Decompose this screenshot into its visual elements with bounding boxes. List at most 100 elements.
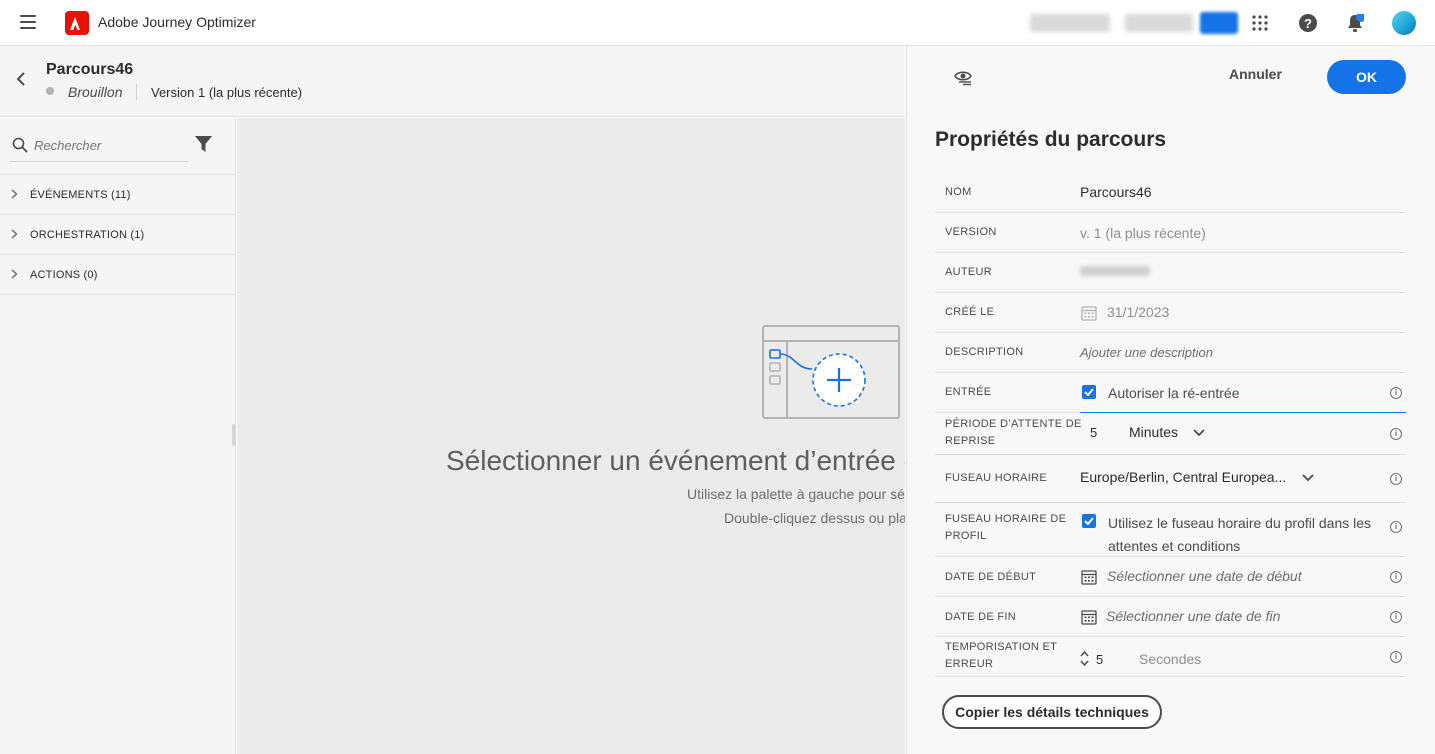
- prop-label: DESCRIPTION: [945, 346, 1024, 358]
- env-badge[interactable]: [1200, 12, 1238, 34]
- wait-unit-select[interactable]: Minutes: [1129, 424, 1178, 440]
- journey-version[interactable]: Version 1 (la plus récente): [151, 85, 302, 100]
- checkbox-label-line: attentes et conditions: [1108, 538, 1241, 554]
- chevron-down-icon[interactable]: [1302, 474, 1314, 482]
- canvas-empty-hint: Double-cliquez dessus ou plac: [724, 510, 905, 526]
- prop-row-name: NOM Parcours46: [935, 173, 1406, 213]
- stepper-arrows-icon[interactable]: [1080, 650, 1089, 667]
- info-icon[interactable]: i: [1390, 571, 1402, 583]
- info-icon[interactable]: i: [1390, 428, 1402, 440]
- timeout-unit: Secondes: [1139, 651, 1202, 667]
- prop-row-timezone: FUSEAU HORAIRE Europe/Berlin, Central Eu…: [935, 455, 1406, 503]
- prop-label: DATE DE DÉBUT: [945, 571, 1037, 583]
- journey-name-field[interactable]: Parcours46: [1080, 184, 1152, 200]
- chevron-right-icon: [11, 269, 18, 282]
- profile-timezone-label[interactable]: Utilisez le fuseau horaire du profil dan…: [1108, 512, 1371, 558]
- prop-label: VERSION: [945, 226, 997, 238]
- search-input[interactable]: [34, 138, 184, 153]
- journey-name: Parcours46: [46, 61, 134, 78]
- prop-label-line: REPRISE: [945, 435, 996, 447]
- category-label: ÉVÉNEMENTS (11): [30, 189, 131, 201]
- search-icon: [12, 137, 28, 153]
- info-icon[interactable]: i: [1390, 387, 1402, 399]
- help-icon[interactable]: ?: [1297, 12, 1319, 34]
- prop-label: AUTEUR: [945, 266, 993, 278]
- checkbox-label-line: Utilisez le fuseau horaire du profil dan…: [1108, 515, 1372, 531]
- category-orchestration[interactable]: ORCHESTRATION (1): [0, 215, 236, 255]
- prop-row-reentry-wait: PÉRIODE D’ATTENTE DE REPRISE 5 Minutes i: [935, 413, 1406, 455]
- calendar-icon[interactable]: [1081, 569, 1097, 585]
- hamburger-menu-icon[interactable]: [20, 15, 36, 29]
- apps-grid-icon[interactable]: [1249, 12, 1271, 34]
- sandbox-switcher[interactable]: [1125, 14, 1193, 32]
- prop-label-line: FUSEAU HORAIRE DE: [945, 513, 1067, 525]
- chevron-down-icon[interactable]: [1193, 429, 1205, 437]
- category-events[interactable]: ÉVÉNEMENTS (11): [0, 175, 236, 215]
- reentry-checkbox[interactable]: [1082, 385, 1096, 399]
- status-dot-icon: [46, 87, 54, 95]
- reentry-checkbox-label[interactable]: Autoriser la ré-entrée: [1108, 385, 1240, 401]
- app-title[interactable]: Adobe Journey Optimizer: [98, 14, 256, 30]
- panel-title: Propriétés du parcours: [935, 128, 1167, 151]
- cancel-button[interactable]: Annuler: [1229, 66, 1282, 82]
- chevron-right-icon: [11, 229, 18, 242]
- prop-row-version: VERSION v. 1 (la plus récente): [935, 213, 1406, 253]
- notifications-bell-icon[interactable]: [1344, 12, 1366, 34]
- timeout-input[interactable]: 5: [1096, 652, 1103, 667]
- category-label: ACTIONS (0): [30, 269, 98, 281]
- divider: [136, 84, 137, 100]
- info-icon[interactable]: i: [1390, 473, 1402, 485]
- end-date-input[interactable]: Sélectionner une date de fin: [1106, 608, 1280, 624]
- prop-row-description: DESCRIPTION Ajouter une description: [935, 333, 1406, 373]
- filter-icon[interactable]: [195, 136, 212, 152]
- prop-label: TEMPORISATION ET ERREUR: [945, 639, 1057, 673]
- created-date-value: 31/1/2023: [1107, 304, 1170, 320]
- prop-label: CRÉÉ LE: [945, 306, 995, 318]
- info-icon[interactable]: i: [1390, 521, 1402, 533]
- category-label: ORCHESTRATION (1): [30, 229, 145, 241]
- journey-properties-panel: Annuler OK Propriétés du parcours NOM Pa…: [906, 46, 1435, 754]
- empty-canvas-illustration-icon: [762, 325, 900, 419]
- prop-label: NOM: [945, 186, 972, 198]
- prop-row-profile-timezone: FUSEAU HORAIRE DE PROFIL Utilisez le fus…: [935, 503, 1406, 557]
- user-avatar[interactable]: [1392, 11, 1416, 35]
- journey-status: Brouillon: [68, 84, 123, 100]
- top-bar: Adobe Journey Optimizer ?: [0, 0, 1435, 46]
- prop-label: DATE DE FIN: [945, 611, 1016, 623]
- prop-label: FUSEAU HORAIRE DE PROFIL: [945, 511, 1066, 545]
- profile-timezone-checkbox[interactable]: [1082, 514, 1096, 528]
- calendar-icon: [1081, 306, 1097, 321]
- prop-row-entry: ENTRÉE Autoriser la ré-entrée i: [935, 373, 1406, 413]
- category-actions[interactable]: ACTIONS (0): [0, 255, 236, 295]
- prop-label-line: ERREUR: [945, 658, 994, 670]
- prop-row-timeout: TEMPORISATION ET ERREUR 5 Secondes i: [935, 637, 1406, 677]
- ok-button[interactable]: OK: [1327, 60, 1406, 94]
- prop-label-line: PROFIL: [945, 530, 987, 542]
- palette-search: [10, 132, 188, 162]
- info-icon[interactable]: i: [1390, 611, 1402, 623]
- wait-period-input[interactable]: 5: [1090, 425, 1097, 440]
- canvas-empty-hint: Utilisez la palette à gauche pour séle: [687, 486, 905, 502]
- org-switcher[interactable]: [1030, 14, 1110, 32]
- hide-panel-icon[interactable]: [953, 68, 973, 86]
- adobe-logo[interactable]: [65, 11, 89, 35]
- journey-canvas[interactable]: Sélectionner un événement d’entrée o Uti…: [237, 118, 905, 754]
- start-date-input[interactable]: Sélectionner une date de début: [1107, 568, 1302, 584]
- timezone-select[interactable]: Europe/Berlin, Central Europea...: [1080, 469, 1286, 485]
- prop-row-created: CRÉÉ LE 31/1/2023: [935, 293, 1406, 333]
- description-input[interactable]: Ajouter une description: [1080, 345, 1213, 360]
- prop-label: FUSEAU HORAIRE: [945, 472, 1047, 484]
- prop-row-start-date: DATE DE DÉBUT Sélectionner une date de d…: [935, 557, 1406, 597]
- journey-header: Parcours46 Brouillon Version 1 (la plus …: [0, 46, 905, 117]
- author-value-redacted: [1080, 266, 1150, 276]
- calendar-icon[interactable]: [1081, 609, 1097, 625]
- prop-label: ENTRÉE: [945, 386, 992, 398]
- canvas-empty-title: Sélectionner un événement d’entrée o: [446, 445, 905, 476]
- prop-label-line: TEMPORISATION ET: [945, 641, 1058, 653]
- palette-resize-handle[interactable]: [232, 424, 236, 446]
- version-value: v. 1 (la plus récente): [1080, 225, 1206, 241]
- back-arrow-icon[interactable]: [16, 72, 32, 90]
- info-icon[interactable]: i: [1390, 651, 1402, 663]
- prop-label: PÉRIODE D’ATTENTE DE REPRISE: [945, 416, 1082, 450]
- copy-technical-details-button[interactable]: Copier les détails techniques: [942, 695, 1162, 729]
